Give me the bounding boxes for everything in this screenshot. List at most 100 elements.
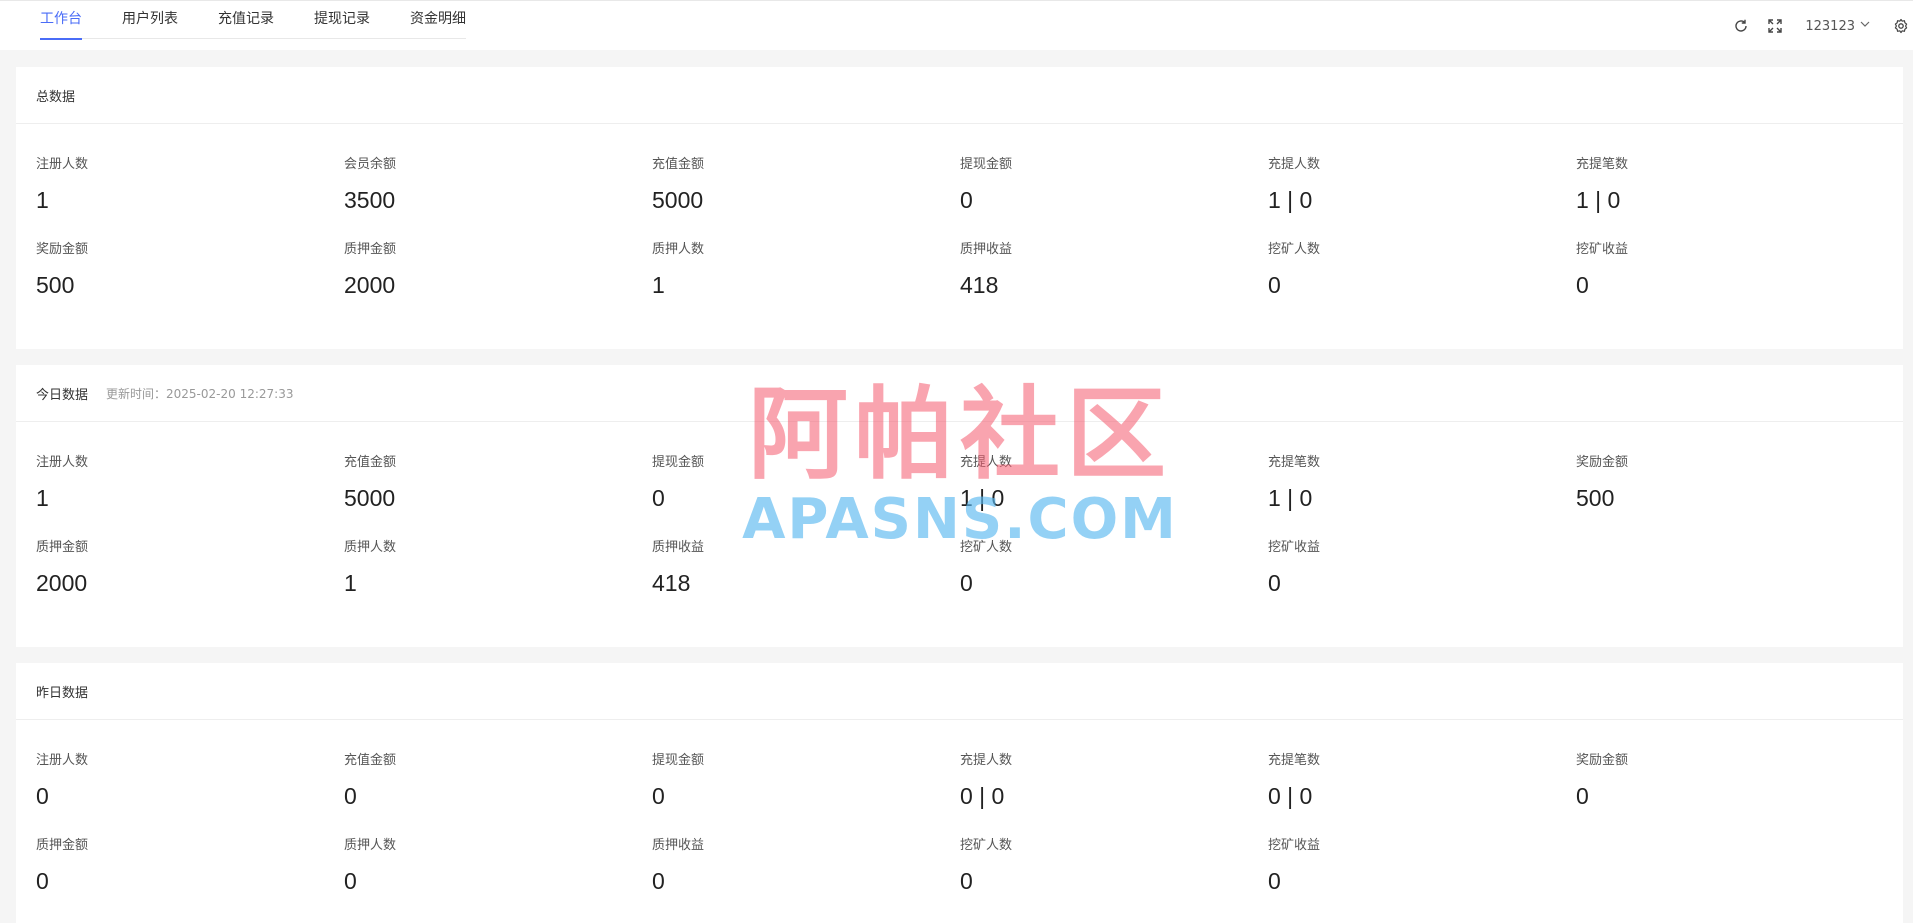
stat-value: 3500 [344,187,396,213]
stat-label: 注册人数 [36,753,89,768]
stat-label: 质押金额 [36,540,89,555]
stat-value: 0 [344,783,357,809]
stat-label: 充值金额 [344,455,397,470]
stat-item: 挖矿收益 0 [1268,514,1576,606]
stat-value: 1 | 0 [1268,187,1313,213]
stat-label: 质押收益 [960,242,1013,257]
stat-label: 挖矿人数 [1268,242,1321,257]
stat-label: 充值金额 [344,753,397,768]
tab-workbench[interactable]: 工作台 [40,1,82,40]
stat-value: 2000 [36,570,88,596]
stat-value: 1 | 0 [1576,187,1621,213]
stat-item: 质押人数 0 [344,812,652,904]
stat-item: 质押人数 1 [652,216,960,308]
tab-recharge-records[interactable]: 充值记录 [218,1,274,39]
stat-value: 0 [960,187,973,213]
stat-value: 5000 [344,485,396,511]
stat-label: 充提笔数 [1268,455,1321,470]
stat-item: 注册人数 1 [36,422,344,514]
stat-value: 0 [1576,272,1589,298]
stat-value: 2000 [344,272,396,298]
stat-label: 挖矿收益 [1268,838,1321,853]
stat-item: 充值金额 0 [344,720,652,812]
stat-item: 会员余额 3500 [344,124,652,216]
stat-label: 质押人数 [344,838,397,853]
stat-label: 质押人数 [344,540,397,555]
stat-label: 挖矿收益 [1268,540,1321,555]
update-time: 更新时间：2025-02-20 12:27:33 [106,386,294,401]
stat-label: 挖矿人数 [960,540,1013,555]
stat-value: 0 [1576,783,1589,809]
stat-item: 充提笔数 1 | 0 [1268,422,1576,514]
tab-user-list[interactable]: 用户列表 [122,1,178,39]
stat-item: 挖矿人数 0 [960,812,1268,904]
gear-icon[interactable] [1893,18,1909,34]
stat-item: 质押人数 1 [344,514,652,606]
stat-label: 奖励金额 [1576,753,1629,768]
card-header: 昨日数据 [16,663,1903,720]
card-header: 今日数据 更新时间：2025-02-20 12:27:33 [16,365,1903,422]
stat-value: 1 | 0 [1268,485,1313,511]
stat-item: 充值金额 5000 [652,124,960,216]
stat-label: 提现金额 [960,157,1013,172]
stat-value: 500 [1576,485,1615,511]
stat-value: 0 [960,570,973,596]
top-bar: 工作台 用户列表 充值记录 提现记录 资金明细 123123 [0,0,1913,50]
fullscreen-icon[interactable] [1767,18,1783,34]
stat-label: 充提人数 [960,753,1013,768]
stat-value: 0 [1268,570,1281,596]
stat-item: 挖矿人数 0 [1268,216,1576,308]
stat-item: 充提人数 0 | 0 [960,720,1268,812]
stat-item: 质押收益 418 [960,216,1268,308]
card-title: 总数据 [36,89,76,105]
stat-label: 质押金额 [36,838,89,853]
stat-label: 质押人数 [652,242,705,257]
tab-fund-details[interactable]: 资金明细 [410,1,466,39]
stat-label: 充提人数 [960,455,1013,470]
stat-item: 充提笔数 0 | 0 [1268,720,1576,812]
stat-label: 提现金额 [652,753,705,768]
stat-label: 奖励金额 [1576,455,1629,470]
stat-item: 充提笔数 1 | 0 [1576,124,1884,216]
stat-item: 挖矿收益 0 [1576,216,1884,308]
stat-label: 质押收益 [652,838,705,853]
card-title: 今日数据 [36,387,89,403]
stat-value: 0 [36,783,49,809]
stat-value: 1 [36,485,49,511]
stat-value: 0 [960,868,973,894]
stat-value: 0 [1268,868,1281,894]
stat-item: 注册人数 1 [36,124,344,216]
header-tools: 123123 [1733,1,1913,51]
stat-value: 1 [36,187,49,213]
username: 123123 [1805,18,1855,34]
chevron-down-icon [1855,18,1871,34]
stat-value: 418 [652,570,691,596]
stat-label: 提现金额 [652,455,705,470]
stat-value: 0 [36,868,49,894]
stat-value: 5000 [652,187,704,213]
refresh-icon[interactable] [1733,18,1749,34]
user-menu[interactable]: 123123 [1805,18,1871,34]
stat-item: 质押收益 418 [652,514,960,606]
stat-item: 质押金额 0 [36,812,344,904]
today-data-card: 今日数据 更新时间：2025-02-20 12:27:33 注册人数 1 充值金额… [16,365,1903,647]
stat-item: 质押收益 0 [652,812,960,904]
stat-label: 挖矿人数 [960,838,1013,853]
stat-label: 充提人数 [1268,157,1321,172]
stat-item: 奖励金额 0 [1576,720,1884,812]
stat-label: 会员余额 [344,157,397,172]
stat-item: 提现金额 0 [652,422,960,514]
card-header: 总数据 [16,67,1903,124]
stat-item: 提现金额 0 [652,720,960,812]
stat-label: 充提笔数 [1576,157,1629,172]
stat-value: 1 [652,272,665,298]
stat-label: 注册人数 [36,455,89,470]
stat-value: 1 | 0 [960,485,1005,511]
stat-value: 0 [344,868,357,894]
yesterday-data-card: 昨日数据 注册人数 0 充值金额 0 提现金额 0 充提人数 0 | 0 充提笔数 0 |… [16,663,1903,923]
tab-withdraw-records[interactable]: 提现记录 [314,1,370,39]
card-title: 昨日数据 [36,685,89,701]
stat-label: 注册人数 [36,157,89,172]
stat-item: 充提人数 1 | 0 [1268,124,1576,216]
stat-label: 充值金额 [652,157,705,172]
